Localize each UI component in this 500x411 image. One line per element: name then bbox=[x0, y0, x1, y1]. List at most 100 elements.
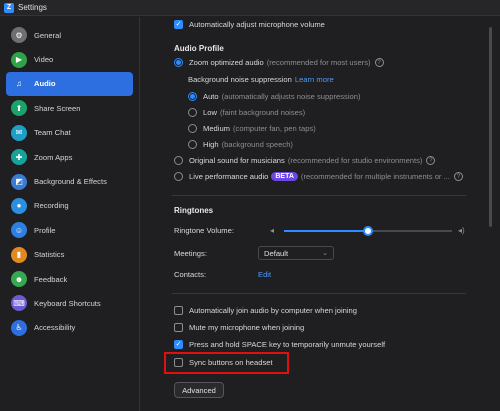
sidebar-item-label: Accessibility bbox=[34, 323, 76, 333]
mute-on-join-option[interactable]: Mute my microphone when joining bbox=[174, 323, 304, 332]
section-divider bbox=[172, 293, 466, 294]
space-unmute-checkbox[interactable]: ✓ bbox=[174, 340, 183, 349]
noise-low-note: (faint background noises) bbox=[219, 108, 306, 117]
statistics-icon: ▮ bbox=[11, 246, 27, 263]
highlight-box bbox=[164, 352, 289, 374]
title-bar: Z Settings bbox=[0, 0, 500, 16]
contacts-edit-link[interactable]: Edit bbox=[258, 270, 271, 279]
profile-icon: ☺ bbox=[11, 222, 27, 239]
keyboard-icon: ⌨ bbox=[11, 295, 27, 312]
sidebar-item-audio[interactable]: ♫ Audio bbox=[6, 71, 133, 97]
advanced-button[interactable]: Advanced bbox=[174, 382, 224, 398]
noise-low-radio[interactable] bbox=[188, 108, 197, 117]
sidebar-item-label: Keyboard Shortcuts bbox=[34, 298, 101, 308]
headphones-icon: ♫ bbox=[11, 75, 27, 92]
sidebar-item-video[interactable]: ▶ Video bbox=[6, 47, 133, 71]
noise-medium-label: Medium bbox=[203, 124, 231, 133]
zoom-optimized-option[interactable]: Zoom optimized audio (recommended for mo… bbox=[174, 58, 384, 67]
sidebar-item-label: Feedback bbox=[34, 274, 68, 284]
edit-link[interactable]: Edit bbox=[258, 270, 271, 279]
share-screen-icon: ⬆ bbox=[11, 100, 27, 117]
noise-option-medium[interactable]: Medium (computer fan, pen taps) bbox=[188, 124, 316, 133]
noise-auto-radio[interactable] bbox=[188, 92, 197, 101]
auto-join-audio-option[interactable]: Automatically join audio by computer whe… bbox=[174, 306, 357, 315]
original-sound-note: (recommended for studio environments) bbox=[287, 156, 423, 165]
ringtone-volume-fill bbox=[284, 230, 368, 232]
noise-option-auto[interactable]: Auto (automatically adjusts noise suppre… bbox=[188, 92, 361, 101]
sidebar-item-general[interactable]: ⚙ General bbox=[6, 23, 133, 47]
sidebar-item-background-effects[interactable]: ◩ Background & Effects bbox=[6, 169, 133, 193]
ringtone-volume-thumb[interactable] bbox=[363, 226, 373, 236]
sidebar-item-label: Profile bbox=[34, 225, 56, 235]
zoom-optimized-note: (recommended for most users) bbox=[266, 58, 371, 67]
learn-more-link[interactable]: Learn more bbox=[295, 75, 334, 84]
noise-medium-radio[interactable] bbox=[188, 124, 197, 133]
noise-high-label: High bbox=[203, 140, 219, 149]
sidebar-item-label: Audio bbox=[34, 79, 56, 89]
sidebar-item-label: Video bbox=[34, 55, 54, 65]
auto-adjust-mic-label: Automatically adjust microphone volume bbox=[189, 20, 325, 29]
auto-adjust-mic-option[interactable]: ✓ Automatically adjust microphone volume bbox=[174, 20, 325, 29]
noise-auto-note: (automatically adjusts noise suppression… bbox=[221, 92, 361, 101]
scrollbar-thumb[interactable] bbox=[489, 27, 492, 227]
live-performance-note: (recommended for multiple instruments or… bbox=[300, 172, 450, 181]
zoom-optimized-radio[interactable] bbox=[174, 58, 183, 67]
help-icon[interactable]: ? bbox=[426, 156, 436, 165]
auto-join-audio-label: Automatically join audio by computer whe… bbox=[189, 306, 358, 315]
live-performance-radio[interactable] bbox=[174, 172, 183, 181]
section-divider bbox=[172, 195, 466, 196]
scrollbar[interactable] bbox=[488, 17, 494, 411]
meetings-ringtone-select[interactable]: Default ⌄ bbox=[258, 246, 334, 260]
live-performance-option[interactable]: Live performance audio BETA (recommended… bbox=[174, 172, 463, 181]
noise-low-label: Low bbox=[203, 108, 217, 117]
ringtone-volume-label: Ringtone Volume: bbox=[174, 226, 234, 235]
sidebar-item-statistics[interactable]: ▮ Statistics bbox=[6, 243, 133, 267]
mute-on-join-checkbox[interactable] bbox=[174, 323, 183, 332]
contacts-label: Contacts: bbox=[174, 270, 207, 279]
noise-option-high[interactable]: High (background speech) bbox=[188, 140, 293, 149]
ringtone-volume-slider[interactable] bbox=[284, 226, 452, 236]
sidebar-item-accessibility[interactable]: ♿ Accessibility bbox=[6, 316, 133, 340]
sidebar-item-label: Share Screen bbox=[34, 103, 81, 113]
noise-high-note: (background speech) bbox=[221, 140, 293, 149]
sidebar-item-label: General bbox=[34, 30, 62, 40]
mute-on-join-label: Mute my microphone when joining bbox=[189, 323, 305, 332]
background-icon: ◩ bbox=[11, 173, 27, 190]
auto-join-audio-checkbox[interactable] bbox=[174, 306, 183, 315]
sidebar-item-label: Statistics bbox=[34, 250, 65, 260]
space-unmute-label: Press and hold SPACE key to temporarily … bbox=[189, 340, 386, 349]
sidebar-item-team-chat[interactable]: ✉ Team Chat bbox=[6, 121, 133, 145]
sidebar-item-label: Recording bbox=[34, 201, 69, 211]
sidebar-item-keyboard-shortcuts[interactable]: ⌨ Keyboard Shortcuts bbox=[6, 291, 133, 315]
feedback-icon: ☻ bbox=[11, 271, 27, 288]
video-icon: ▶ bbox=[11, 51, 27, 68]
window-title: Settings bbox=[18, 3, 47, 12]
zoom-optimized-label: Zoom optimized audio bbox=[189, 58, 264, 67]
sidebar-item-share-screen[interactable]: ⬆ Share Screen bbox=[6, 96, 133, 120]
original-sound-label: Original sound for musicians bbox=[189, 156, 285, 165]
auto-adjust-mic-checkbox[interactable]: ✓ bbox=[174, 20, 183, 29]
audio-profile-title: Audio Profile bbox=[174, 44, 224, 53]
accessibility-icon: ♿ bbox=[11, 319, 27, 336]
original-sound-radio[interactable] bbox=[174, 156, 183, 165]
noise-medium-note: (computer fan, pen taps) bbox=[233, 124, 316, 133]
sidebar-item-label: Zoom Apps bbox=[34, 152, 73, 162]
sidebar-item-label: Background & Effects bbox=[34, 177, 107, 187]
settings-sidebar: ⚙ General ▶ Video ♫ Audio ⬆ Share Screen ✉ Team C… bbox=[0, 17, 140, 411]
noise-auto-label: Auto bbox=[203, 92, 219, 101]
help-icon[interactable]: ? bbox=[374, 58, 384, 67]
original-sound-option[interactable]: Original sound for musicians (recommende… bbox=[174, 156, 436, 165]
sidebar-item-recording[interactable]: ● Recording bbox=[6, 194, 133, 218]
volume-low-icon: ◂ bbox=[270, 226, 275, 235]
space-unmute-option[interactable]: ✓ Press and hold SPACE key to temporaril… bbox=[174, 340, 385, 349]
gear-icon: ⚙ bbox=[11, 27, 27, 44]
sidebar-item-profile[interactable]: ☺ Profile bbox=[6, 218, 133, 242]
help-icon[interactable]: ? bbox=[453, 172, 463, 181]
recording-icon: ● bbox=[11, 197, 27, 214]
noise-high-radio[interactable] bbox=[188, 140, 197, 149]
noise-option-low[interactable]: Low (faint background noises) bbox=[188, 108, 305, 117]
beta-badge: BETA bbox=[271, 172, 298, 181]
sidebar-item-zoom-apps[interactable]: ✚ Zoom Apps bbox=[6, 145, 133, 169]
sidebar-item-feedback[interactable]: ☻ Feedback bbox=[6, 267, 133, 291]
meetings-label: Meetings: bbox=[174, 249, 207, 258]
